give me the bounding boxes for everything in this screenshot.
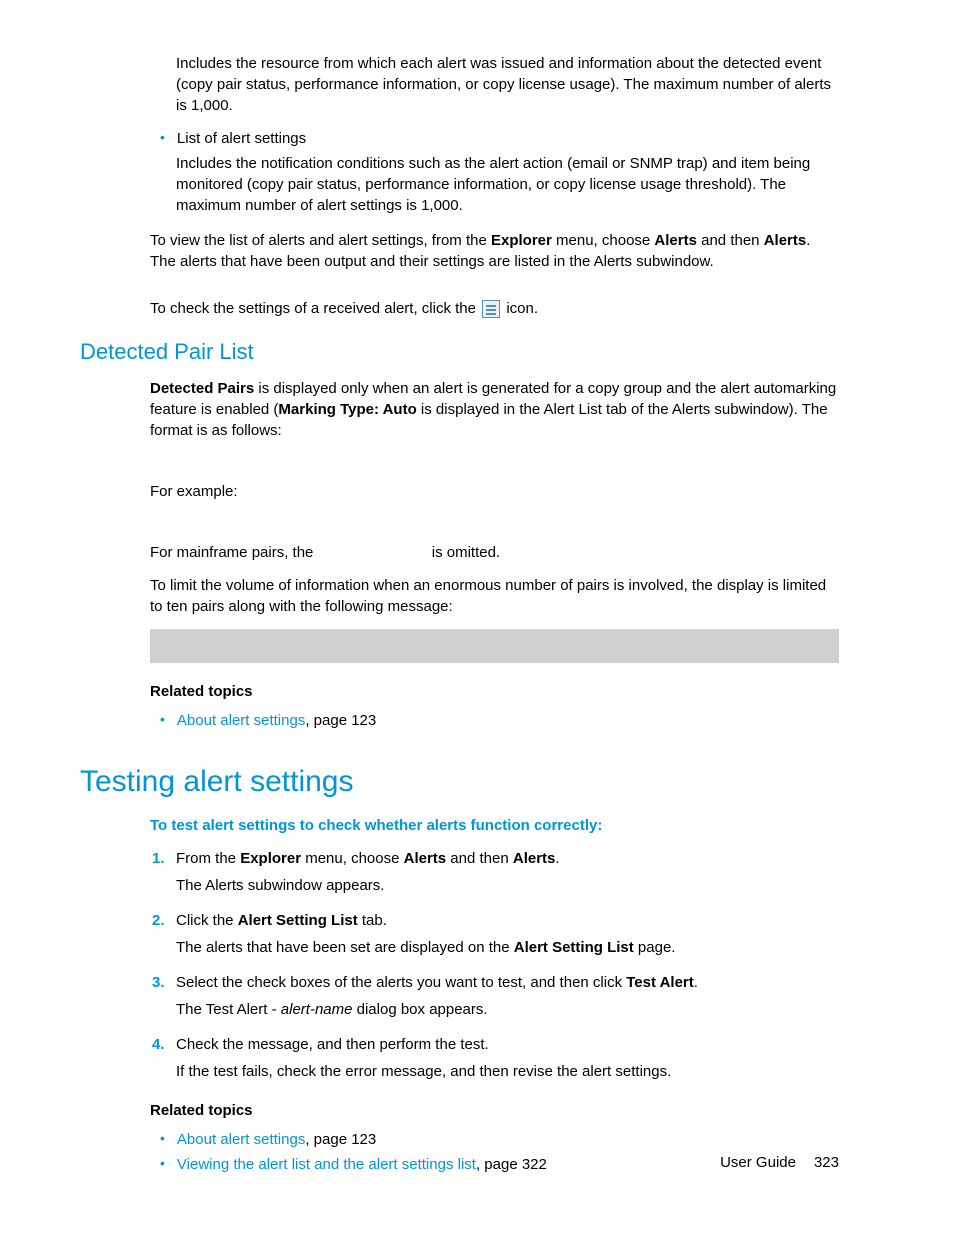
step-2: 2. Click the Alert Setting List tab. — [152, 910, 839, 931]
bullet-label: List of alert settings — [177, 128, 839, 149]
detected-pair-list-heading: Detected Pair List — [80, 337, 839, 368]
viewing-alert-list-link[interactable]: Viewing the alert list and the alert set… — [177, 1156, 476, 1173]
mainframe-note: For mainframe pairs, the is omitted. — [150, 542, 839, 563]
bullet-icon: • — [160, 128, 165, 148]
bullet-icon: • — [160, 1154, 165, 1175]
alerts-menu: Alerts — [654, 232, 697, 249]
alert-list-desc: Includes the resource from which each al… — [176, 53, 839, 116]
procedure-intro: To test alert settings to check whether … — [150, 815, 839, 836]
view-instructions: To view the list of alerts and alert set… — [150, 230, 839, 272]
alert-setting-list-tab: Alert Setting List — [238, 912, 358, 929]
check-settings-instruction: To check the settings of a received aler… — [150, 298, 839, 319]
bullet-description: Includes the notification conditions suc… — [176, 153, 839, 216]
page-content: Includes the resource from which each al… — [0, 0, 954, 1175]
message-placeholder — [150, 629, 839, 663]
step-number: 1. — [152, 848, 176, 869]
step-number: 2. — [152, 910, 176, 931]
alerts-menu: Alerts — [404, 850, 447, 867]
about-alert-settings-link[interactable]: About alert settings — [177, 712, 305, 729]
detected-pairs-desc: Detected Pairs is displayed only when an… — [150, 378, 839, 441]
step-2-result: The alerts that have been set are displa… — [176, 937, 839, 958]
related-topics-heading: Related topics — [150, 681, 839, 702]
footer-label: User Guide — [720, 1154, 796, 1171]
related-topics-heading: Related topics — [150, 1100, 839, 1121]
alerts-submenu: Alerts — [764, 232, 807, 249]
bullet-icon: • — [160, 1129, 165, 1150]
related-item: • About alert settings, page 123 — [160, 710, 839, 731]
step-number: 3. — [152, 972, 176, 993]
note-icon — [482, 300, 500, 318]
step-3: 3. Select the check boxes of the alerts … — [152, 972, 839, 993]
step-number: 4. — [152, 1034, 176, 1055]
page-footer: User Guide 323 — [720, 1152, 839, 1173]
step-1-result: The Alerts subwindow appears. — [176, 875, 839, 896]
about-alert-settings-link[interactable]: About alert settings — [177, 1131, 305, 1148]
step-3-result: The Test Alert - alert-name dialog box a… — [176, 999, 839, 1020]
explorer-menu: Explorer — [240, 850, 301, 867]
testing-alert-settings-heading: Testing alert settings — [80, 761, 839, 803]
step-1: 1. From the Explorer menu, choose Alerts… — [152, 848, 839, 869]
explorer-menu: Explorer — [491, 232, 552, 249]
bullet-icon: • — [160, 710, 165, 731]
detected-pairs-term: Detected Pairs — [150, 380, 254, 397]
limit-note: To limit the volume of information when … — [150, 575, 839, 617]
alert-setting-list-page: Alert Setting List — [514, 939, 634, 956]
list-item: • List of alert settings — [160, 128, 839, 149]
marking-type-term: Marking Type: Auto — [278, 401, 416, 418]
alerts-submenu: Alerts — [513, 850, 556, 867]
alert-name-placeholder: alert-name — [281, 1001, 353, 1018]
test-alert-button: Test Alert — [626, 974, 694, 991]
page-number: 323 — [814, 1154, 839, 1171]
step-4-result: If the test fails, check the error messa… — [176, 1061, 839, 1082]
related-item: • About alert settings, page 123 — [160, 1129, 839, 1150]
step-4: 4. Check the message, and then perform t… — [152, 1034, 839, 1055]
for-example: For example: — [150, 481, 839, 502]
